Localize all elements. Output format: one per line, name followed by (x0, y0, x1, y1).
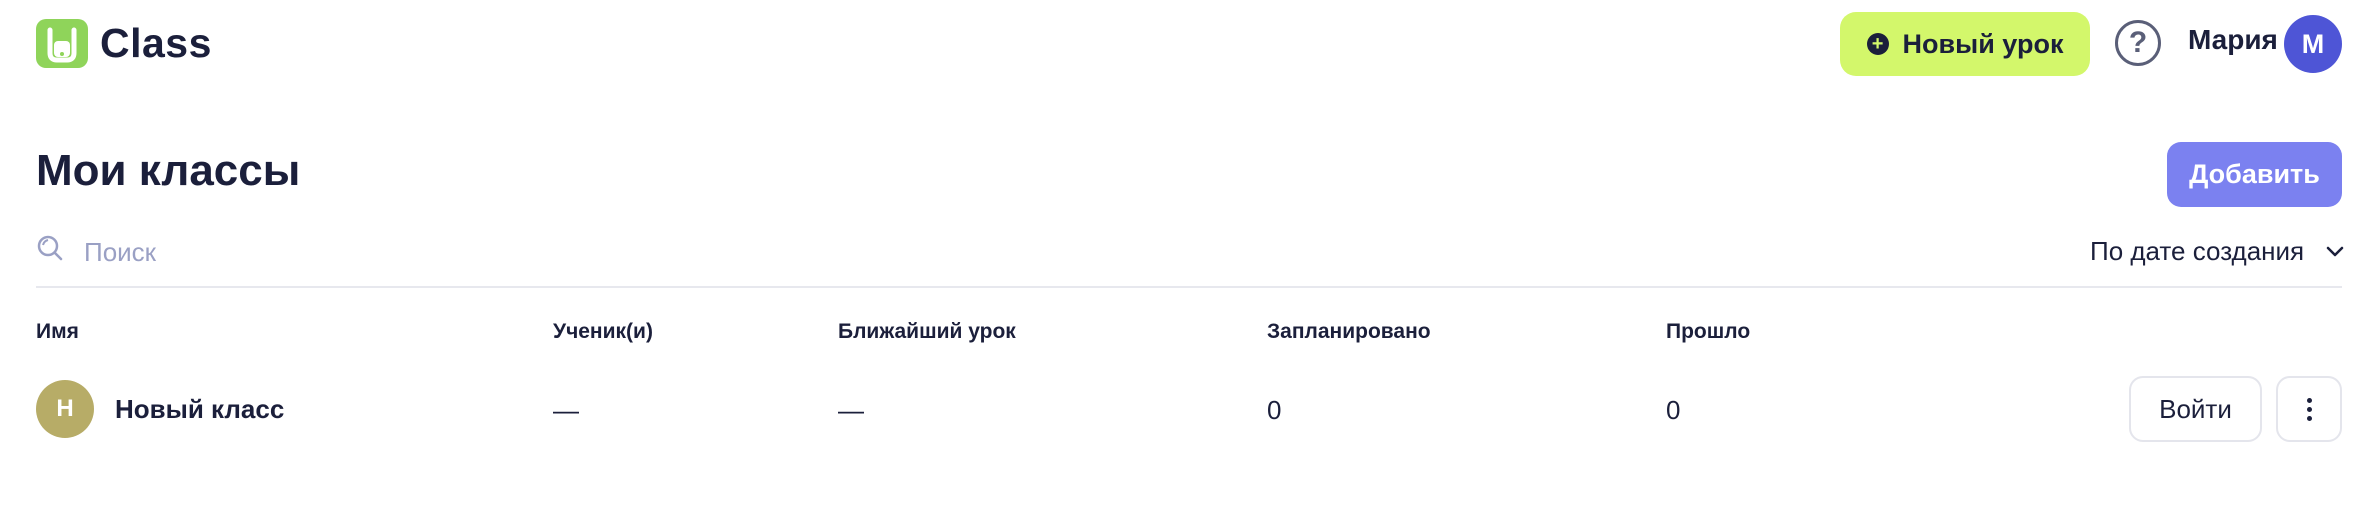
new-lesson-button[interactable]: + Новый урок (1840, 12, 2090, 76)
class-avatar: Н (36, 380, 94, 438)
new-lesson-label: Новый урок (1902, 28, 2064, 59)
app-name: Class (100, 20, 212, 66)
page-title: Мои классы (36, 146, 301, 195)
sort-dropdown[interactable]: По дате создания (2090, 236, 2344, 267)
user-avatar[interactable]: М (2284, 15, 2342, 73)
chevron-down-icon (2326, 246, 2344, 256)
column-header-students[interactable]: Ученик(и) (553, 320, 653, 344)
plus-circle-icon: + (1866, 33, 1889, 55)
search-input[interactable] (84, 232, 784, 272)
sort-label: По дате создания (2090, 236, 2305, 266)
column-header-next-lesson[interactable]: Ближайший урок (838, 320, 1016, 344)
enter-button[interactable]: Войти (2129, 376, 2262, 442)
class-name[interactable]: Новый класс (115, 394, 284, 425)
add-class-button[interactable]: Добавить (2167, 142, 2342, 207)
table-row[interactable]: Н Новый класс — — 0 0 Войти (0, 376, 2372, 444)
column-header-past[interactable]: Прошло (1666, 320, 1750, 344)
next-lesson-cell: — (838, 395, 864, 425)
logo-icon (36, 19, 88, 68)
search-icon (37, 235, 63, 261)
column-header-name[interactable]: Имя (36, 320, 79, 344)
page: Class + Новый урок ? Мария М Мои классы … (0, 0, 2372, 514)
divider (36, 286, 2342, 288)
help-icon[interactable]: ? (2115, 20, 2161, 66)
app-logo[interactable]: Class (36, 19, 212, 68)
scheduled-cell: 0 (1267, 395, 1282, 425)
more-vertical-icon[interactable] (2276, 376, 2342, 442)
students-cell: — (553, 395, 579, 425)
user-name[interactable]: Мария (2188, 24, 2278, 56)
past-cell: 0 (1666, 395, 1681, 425)
column-header-scheduled[interactable]: Запланировано (1267, 320, 1431, 344)
